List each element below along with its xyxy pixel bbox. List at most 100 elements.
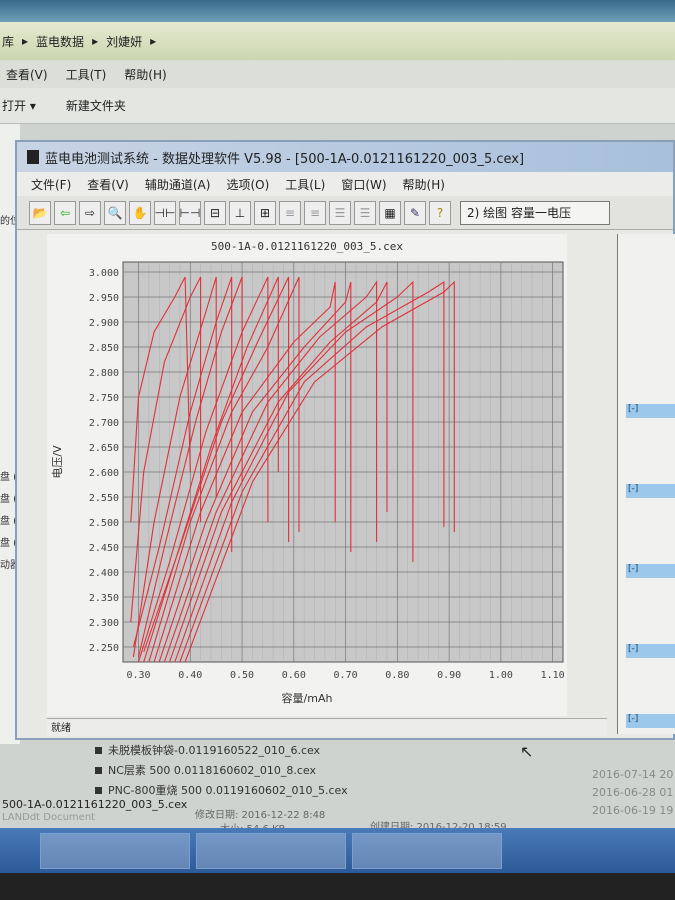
x-axis-label: 容量/mAh — [282, 691, 333, 705]
file-item[interactable]: NC层素 500 0.0118160602_010_8.cex — [95, 762, 316, 778]
y-tick-label: 2.450 — [89, 543, 119, 554]
collapse-button[interactable]: [-] — [626, 404, 675, 418]
details-modified: 修改日期: 2016-12-22 8:48 — [195, 810, 326, 821]
arrow-right-icon[interactable]: ⇨ — [79, 200, 101, 225]
explorer-toolbar: 打开 ▾ 新建文件夹 — [0, 88, 675, 124]
edit-icon[interactable]: ✎ — [404, 200, 426, 225]
breadcrumb-item[interactable]: 刘婕妍 — [106, 33, 142, 50]
screen-top-edge — [0, 0, 675, 22]
taskbar — [0, 828, 675, 873]
x-tick-label: 0.50 — [230, 670, 254, 681]
menu-help[interactable]: 帮助(H) — [124, 66, 166, 83]
y-axis-label: 电压/V — [51, 445, 64, 479]
y-tick-label: 2.650 — [89, 443, 119, 454]
x-tick-label: 0.70 — [334, 670, 358, 681]
fit-width-icon[interactable]: ⊟ — [204, 200, 226, 225]
x-tick-label: 0.40 — [178, 670, 202, 681]
menu-file[interactable]: 文件(F) — [31, 176, 71, 193]
y-tick-label: 2.950 — [89, 293, 119, 304]
y-tick-label: 2.250 — [89, 643, 119, 654]
file-item[interactable]: PNC-800重烧 500 0.0119160602_010_5.cex — [95, 782, 348, 798]
menu-view[interactable]: 查看(V) — [6, 66, 48, 83]
channel-pane: [-] [-] [-] [-] [-] — [617, 234, 675, 734]
file-name: PNC-800重烧 500 0.0119160602_010_5.cex — [108, 784, 348, 797]
x-tick-label: 0.30 — [126, 670, 150, 681]
app-title: 蓝电电池测试系统 - 数据处理软件 V5.98 - [500-1A-0.0121… — [45, 151, 525, 167]
arrow-left-icon[interactable]: ⇦ — [54, 200, 76, 225]
open-folder-icon[interactable]: 📂 — [29, 200, 51, 225]
breadcrumb-separator-icon: ▸ — [150, 34, 157, 48]
open-button[interactable]: 打开 ▾ — [2, 97, 36, 114]
align-right-icon[interactable]: ≡ — [304, 200, 326, 225]
file-name: NC层素 500 0.0118160602_010_8.cex — [108, 764, 317, 777]
y-tick-label: 2.350 — [89, 593, 119, 604]
align-left-icon[interactable]: ≡ — [279, 200, 301, 225]
capacity-voltage-chart: 500-1A-0.0121161220_003_5.cex 0.30 0.40 0.… — [51, 240, 565, 705]
x-tick-label: 1.00 — [489, 670, 513, 681]
breadcrumb-item[interactable]: 库 — [2, 33, 14, 50]
file-date: 2016-07-14 20 — [592, 768, 674, 781]
grid-icon[interactable]: ▦ — [379, 200, 401, 225]
mouse-cursor-icon: ↖ — [520, 742, 534, 761]
file-date: 2016-06-19 19 — [592, 804, 674, 817]
collapse-button[interactable]: [-] — [626, 564, 675, 578]
x-tick-label: 0.90 — [437, 670, 461, 681]
help-icon[interactable]: ? — [429, 200, 451, 225]
taskbar-explorer[interactable] — [40, 832, 190, 869]
new-folder-button[interactable]: 新建文件夹 — [66, 97, 126, 114]
menu-help[interactable]: 帮助(H) — [403, 176, 445, 193]
y-tick-label: 2.400 — [89, 568, 119, 579]
breadcrumb-item[interactable]: 蓝电数据 — [36, 33, 84, 50]
list-right-icon[interactable]: ☰ — [354, 200, 376, 225]
explorer-menubar: 查看(V) 工具(T) 帮助(H) — [0, 60, 675, 88]
details-type: LANDdt Document — [2, 812, 96, 823]
file-date: 2016-06-28 01 — [592, 786, 674, 799]
fit-all-icon[interactable]: ⊞ — [254, 200, 276, 225]
x-tick-label: 0.60 — [282, 670, 306, 681]
menu-tools[interactable]: 工具(L) — [285, 176, 325, 193]
breadcrumb-separator-icon: ▸ — [92, 34, 99, 48]
y-tick-label: 2.750 — [89, 393, 119, 404]
list-left-icon[interactable]: ☰ — [329, 200, 351, 225]
app-toolbar: 📂 ⇦ ⇨ 🔍 ✋ ⊣⊢ ⊢⊣ ⊟ ⊥ ⊞ ≡ ≡ ☰ ☰ ▦ ✎ ? 2) 绘… — [17, 196, 673, 230]
pan-hand-icon[interactable]: ✋ — [129, 200, 151, 225]
details-filename: 500-1A-0.0121161220_003_5.cex — [2, 798, 188, 811]
menu-tools[interactable]: 工具(T) — [66, 66, 107, 83]
explorer-breadcrumb: 库 ▸ 蓝电数据 ▸ 刘婕妍 ▸ — [0, 22, 675, 60]
menu-view[interactable]: 查看(V) — [87, 176, 129, 193]
y-tick-label: 3.000 — [89, 268, 119, 279]
y-tick-label: 2.900 — [89, 318, 119, 329]
y-tick-label: 2.700 — [89, 418, 119, 429]
file-name: 未脱模板钟袋-0.0119160522_010_6.cex — [108, 744, 321, 757]
app-titlebar[interactable]: 蓝电电池测试系统 - 数据处理软件 V5.98 - [500-1A-0.0121… — [17, 142, 673, 172]
y-tick-label: 2.600 — [89, 468, 119, 479]
status-bar: 就绪 — [47, 718, 607, 736]
monitor-bezel — [0, 873, 675, 900]
menu-window[interactable]: 窗口(W) — [341, 176, 386, 193]
y-tick-label: 2.550 — [89, 493, 119, 504]
y-tick-label: 2.850 — [89, 343, 119, 354]
menu-options[interactable]: 选项(O) — [226, 176, 269, 193]
app-icon — [27, 150, 39, 164]
zoom-icon[interactable]: 🔍 — [104, 200, 126, 225]
breadcrumb-separator-icon: ▸ — [22, 34, 29, 48]
file-icon — [95, 746, 102, 754]
taskbar-land-app[interactable] — [196, 832, 346, 869]
collapse-button[interactable]: [-] — [626, 644, 675, 658]
expand-x-icon[interactable]: ⊢⊣ — [179, 200, 201, 225]
view-select[interactable]: 2) 绘图 容量一电压 — [460, 200, 610, 225]
file-item[interactable]: 未脱模板钟袋-0.0119160522_010_6.cex — [95, 742, 320, 758]
collapse-button[interactable]: [-] — [626, 484, 675, 498]
compress-x-icon[interactable]: ⊣⊢ — [154, 200, 176, 225]
fit-height-icon[interactable]: ⊥ — [229, 200, 251, 225]
x-tick-label: 0.80 — [385, 670, 409, 681]
menu-aux-channel[interactable]: 辅助通道(A) — [145, 176, 211, 193]
chart-title: 500-1A-0.0121161220_003_5.cex — [211, 240, 403, 253]
collapse-button[interactable]: [-] — [626, 714, 675, 728]
file-icon — [95, 766, 102, 774]
taskbar-data-app[interactable] — [352, 832, 502, 869]
chart-panel: 500-1A-0.0121161220_003_5.cex 0.30 0.40 0.… — [47, 234, 567, 716]
x-tick-label: 1.10 — [541, 670, 565, 681]
y-tick-label: 2.800 — [89, 368, 119, 379]
app-window: 蓝电电池测试系统 - 数据处理软件 V5.98 - [500-1A-0.0121… — [15, 140, 675, 740]
